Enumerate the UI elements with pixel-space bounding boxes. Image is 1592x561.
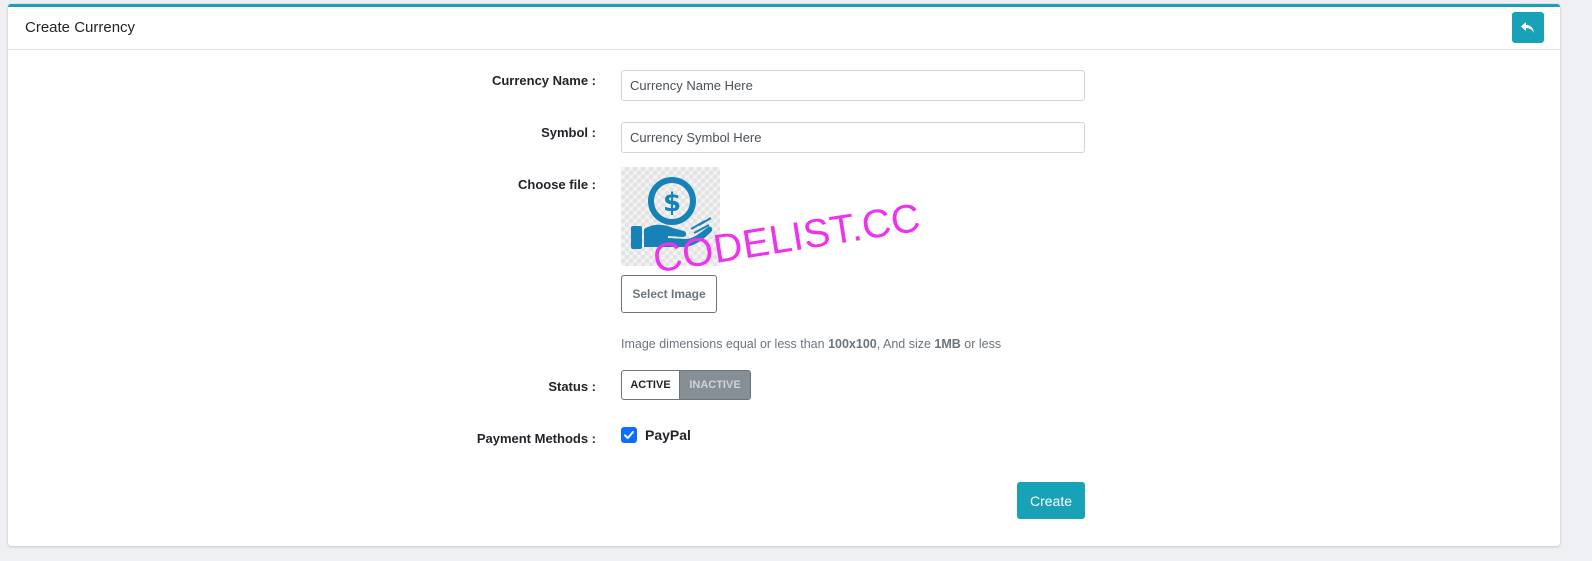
back-button[interactable]: [1512, 12, 1544, 43]
image-preview: $: [621, 167, 720, 266]
status-active-button[interactable]: ACTIVE: [621, 370, 680, 400]
paypal-checkbox[interactable]: [621, 427, 637, 443]
hand-holding-dollar-icon: $: [631, 177, 713, 249]
currency-name-label: Currency Name :: [491, 73, 596, 88]
currency-name-input[interactable]: [621, 70, 1085, 101]
image-requirements-hint: Image dimensions equal or less than 100x…: [621, 337, 1002, 351]
paypal-label[interactable]: PayPal: [645, 427, 691, 443]
create-button[interactable]: Create: [1017, 482, 1085, 519]
reply-arrow-icon: [1521, 21, 1534, 33]
status-toggle: ACTIVE INACTIVE: [621, 370, 751, 400]
choose-file-label: Choose file :: [517, 177, 596, 192]
status-inactive-button[interactable]: INACTIVE: [680, 370, 751, 400]
svg-text:$: $: [663, 188, 681, 218]
select-image-button[interactable]: Select Image: [621, 275, 717, 313]
payment-methods-label: Payment Methods :: [476, 431, 596, 446]
symbol-label: Symbol :: [541, 125, 596, 140]
page-title: Create Currency: [25, 19, 136, 36]
symbol-input[interactable]: [621, 122, 1085, 153]
status-label: Status :: [548, 379, 596, 394]
checkmark-icon: [624, 431, 634, 439]
card-header: Create Currency: [8, 7, 1560, 50]
